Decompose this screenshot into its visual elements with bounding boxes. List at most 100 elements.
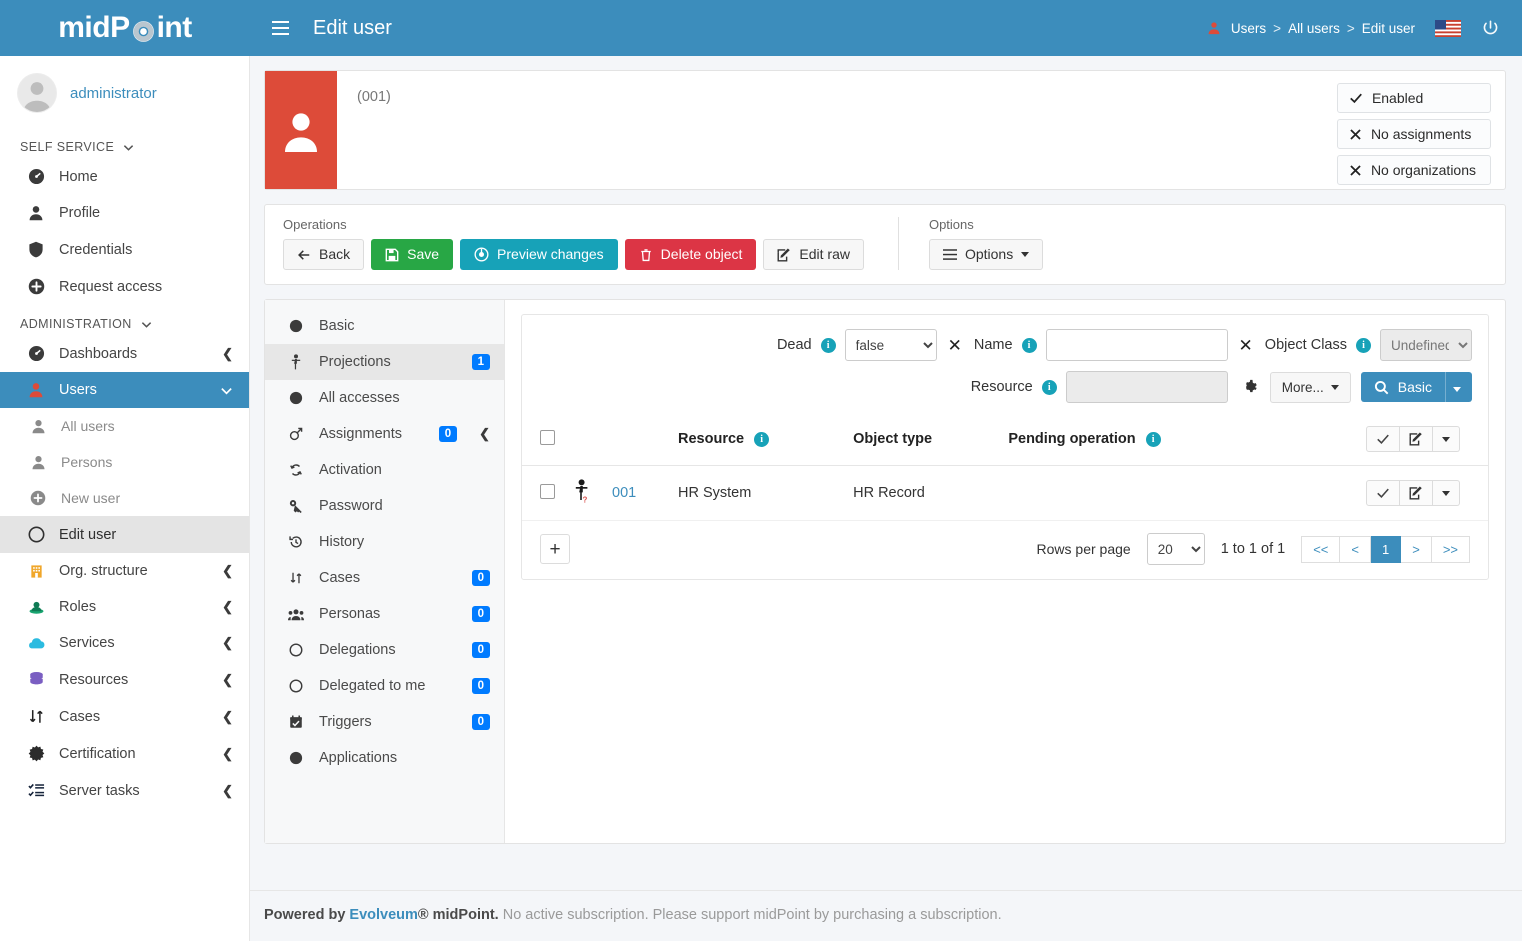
row-link[interactable]: 001 xyxy=(612,485,636,501)
tab-triggers[interactable]: Triggers 0 xyxy=(265,704,504,740)
tab-label: Delegations xyxy=(319,642,458,658)
us-flag-icon[interactable] xyxy=(1435,20,1461,37)
tab-basic[interactable]: Basic xyxy=(265,308,504,344)
gear-icon[interactable] xyxy=(1238,379,1260,395)
tab-assignments[interactable]: Assignments 0 ❮ xyxy=(265,416,504,452)
options-button[interactable]: Options xyxy=(929,239,1043,270)
sidebar-section-self-service[interactable]: SELF SERVICE xyxy=(0,128,249,158)
chevron-left-icon: ❮ xyxy=(222,563,233,579)
sidebar-item-request-access[interactable]: Request access xyxy=(0,268,249,305)
breadcrumb-item-edit-user[interactable]: Edit user xyxy=(1362,21,1415,36)
history-icon xyxy=(287,535,305,549)
sidebar-item-org-structure[interactable]: Org. structure ❮ xyxy=(0,553,249,589)
svg-text:?: ? xyxy=(583,496,588,504)
tab-projections[interactable]: Projections 1 xyxy=(265,344,504,380)
save-button[interactable]: Save xyxy=(371,239,453,270)
sidebar-item-new-user[interactable]: New user xyxy=(0,480,249,516)
pagination-page-1[interactable]: 1 xyxy=(1371,536,1401,563)
sidebar-item-server-tasks[interactable]: Server tasks ❮ xyxy=(0,772,249,809)
sidebar-item-services[interactable]: Services ❮ xyxy=(0,625,249,661)
user-grey-icon xyxy=(28,419,48,434)
tab-activation[interactable]: Activation xyxy=(265,452,504,488)
pagination: << < 1 > >> xyxy=(1301,536,1470,563)
table-head: Resource i Object type Pending operation xyxy=(522,413,1488,466)
tab-cases[interactable]: Cases 0 xyxy=(265,560,504,596)
delete-object-button[interactable]: Delete object xyxy=(625,239,757,270)
table-header-row: Resource i Object type Pending operation xyxy=(522,413,1488,466)
breadcrumb-item-all-users[interactable]: All users xyxy=(1288,21,1340,36)
tab-all-accesses[interactable]: All accesses xyxy=(265,380,504,416)
table-row[interactable]: ? 001 HR System HR Record xyxy=(522,466,1488,521)
sidebar-item-resources[interactable]: Resources ❮ xyxy=(0,661,249,698)
plus-circle-grey-icon xyxy=(28,490,48,506)
pagination-prev[interactable]: < xyxy=(1340,536,1371,563)
divider xyxy=(898,217,899,270)
sidebar-item-persons[interactable]: Persons xyxy=(0,444,249,480)
breadcrumb-item-users[interactable]: Users xyxy=(1231,21,1266,36)
row-action-edit[interactable] xyxy=(1400,480,1433,506)
sidebar-profile[interactable]: administrator xyxy=(0,56,249,128)
pagination-first[interactable]: << xyxy=(1301,536,1340,563)
sidebar-item-profile[interactable]: Profile xyxy=(0,195,249,231)
hamburger-icon[interactable] xyxy=(270,17,291,39)
clear-dead-button[interactable]: ✕ xyxy=(946,337,964,354)
header-action-caret[interactable] xyxy=(1433,426,1460,452)
more-dropdown-button[interactable]: More... xyxy=(1270,372,1351,403)
header-action-check[interactable] xyxy=(1366,426,1400,452)
edit-raw-button[interactable]: Edit raw xyxy=(763,239,864,270)
pagination-next[interactable]: > xyxy=(1401,536,1432,563)
search-mode-caret[interactable] xyxy=(1445,372,1472,402)
name-input[interactable] xyxy=(1046,329,1228,361)
breadcrumb-separator: > xyxy=(1273,21,1281,36)
rows-per-page-select[interactable]: 20 xyxy=(1147,533,1205,565)
users-icon xyxy=(287,608,305,621)
sidebar-item-credentials[interactable]: Credentials xyxy=(0,231,249,268)
row-action-check[interactable] xyxy=(1366,480,1400,506)
tab-history[interactable]: History xyxy=(265,524,504,560)
chevron-down-icon xyxy=(220,384,233,397)
dashboard-icon xyxy=(26,345,46,362)
power-icon[interactable] xyxy=(1481,19,1500,38)
select-all-checkbox[interactable] xyxy=(540,430,555,445)
info-icon[interactable]: i xyxy=(1146,432,1161,447)
row-checkbox[interactable] xyxy=(540,484,555,499)
info-icon[interactable]: i xyxy=(754,432,769,447)
sidebar-item-cases[interactable]: Cases ❮ xyxy=(0,698,249,735)
status-badge-no-assignments: No assignments xyxy=(1337,119,1491,149)
search-basic-button[interactable]: Basic xyxy=(1361,372,1472,402)
info-icon[interactable]: i xyxy=(1042,380,1057,395)
header-action-edit[interactable] xyxy=(1400,426,1433,452)
tab-delegations[interactable]: Delegations 0 xyxy=(265,632,504,668)
sidebar-section-administration[interactable]: ADMINISTRATION xyxy=(0,305,249,335)
info-icon[interactable]: i xyxy=(1022,338,1037,353)
sidebar-item-roles[interactable]: Roles ❮ xyxy=(0,589,249,625)
sidebar-item-edit-user[interactable]: Edit user xyxy=(0,516,249,553)
preview-changes-button[interactable]: Preview changes xyxy=(460,239,618,270)
circle-filled-icon xyxy=(287,751,305,765)
tab-applications[interactable]: Applications xyxy=(265,740,504,776)
back-button[interactable]: Back xyxy=(283,239,364,270)
sidebar-item-certification[interactable]: Certification ❮ xyxy=(0,735,249,772)
footer-company-link[interactable]: Evolveum xyxy=(349,907,418,923)
link-header xyxy=(604,413,670,466)
brand-logo[interactable]: midP int xyxy=(0,0,250,56)
info-icon[interactable]: i xyxy=(1356,338,1371,353)
object-summary-panel: (001) Enabled No assignments xyxy=(264,70,1506,190)
tab-personas[interactable]: Personas 0 xyxy=(265,596,504,632)
sidebar-item-dashboards[interactable]: Dashboards ❮ xyxy=(0,335,249,372)
sidebar-item-label: Home xyxy=(59,169,233,185)
tab-delegated-to-me[interactable]: Delegated to me 0 xyxy=(265,668,504,704)
row-action-caret[interactable] xyxy=(1433,480,1460,506)
tab-password[interactable]: Password xyxy=(265,488,504,524)
sidebar-item-home[interactable]: Home xyxy=(0,158,249,195)
clear-name-button[interactable]: ✕ xyxy=(1237,337,1255,354)
object-class-select[interactable]: Undefined xyxy=(1380,329,1472,361)
add-projection-button[interactable]: + xyxy=(540,534,570,564)
recycle-icon xyxy=(287,463,305,477)
resource-input[interactable] xyxy=(1066,371,1228,403)
pagination-last[interactable]: >> xyxy=(1432,536,1470,563)
sidebar-item-all-users[interactable]: All users xyxy=(0,408,249,444)
dead-select[interactable]: false xyxy=(845,329,937,361)
sidebar-item-users[interactable]: Users xyxy=(0,372,249,408)
info-icon[interactable]: i xyxy=(821,338,836,353)
